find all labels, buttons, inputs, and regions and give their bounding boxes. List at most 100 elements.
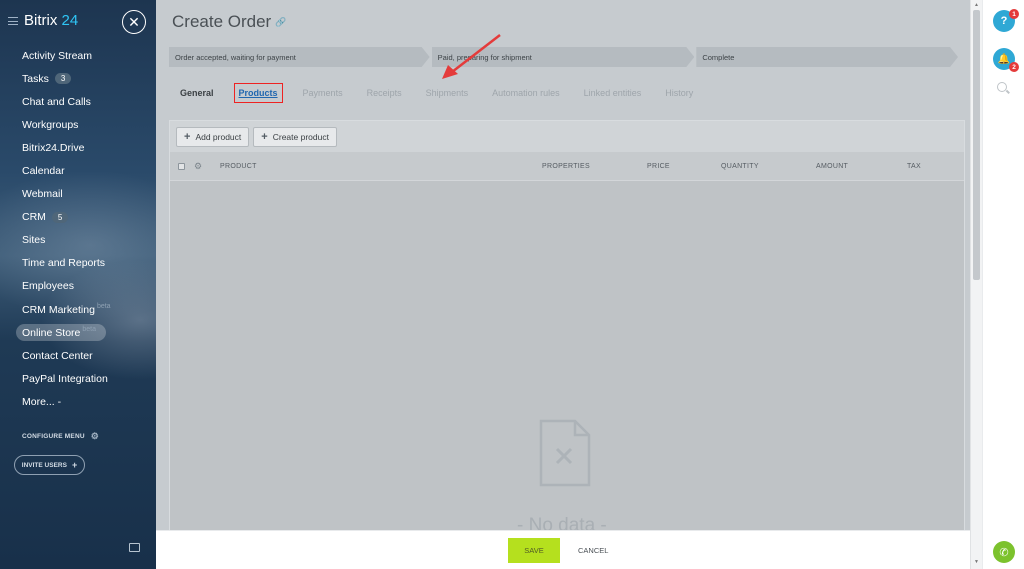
column-tax[interactable]: TAX bbox=[907, 163, 921, 170]
select-all-checkbox[interactable] bbox=[178, 162, 185, 170]
page-title: Create Order 🔗 bbox=[172, 12, 286, 32]
sidebar-item-label: Time and Reports bbox=[22, 257, 106, 270]
sidebar-item-online-store[interactable]: Online Store beta bbox=[16, 324, 106, 342]
sidebar-item-label: Chat and Calls bbox=[22, 95, 91, 108]
logo[interactable]: Bitrix 24 bbox=[8, 12, 78, 29]
stage-label: Order accepted, waiting for payment bbox=[175, 52, 296, 62]
order-stages: Order accepted, waiting for payment Paid… bbox=[169, 47, 960, 67]
sidebar-item-paypal-integration[interactable]: PayPal Integration bbox=[0, 367, 156, 390]
brand-number: 24 bbox=[61, 12, 79, 29]
column-amount[interactable]: AMOUNT bbox=[816, 163, 848, 170]
sidebar-item-webmail[interactable]: Webmail bbox=[0, 183, 156, 206]
gear-icon: ⚙ bbox=[90, 431, 100, 441]
configure-menu-button[interactable]: CONFIGURE MENU ⚙ bbox=[22, 431, 99, 442]
sidebar-item-label: CRM Marketing bbox=[22, 303, 95, 316]
sidebar-item-tasks[interactable]: Tasks 3 bbox=[0, 67, 156, 90]
column-product[interactable]: PRODUCT bbox=[220, 163, 257, 170]
phone-icon[interactable]: ✆ bbox=[993, 541, 1015, 563]
sidebar-item-crm-marketing[interactable]: CRM Marketing beta bbox=[0, 298, 156, 321]
column-price[interactable]: PRICE bbox=[647, 163, 670, 170]
add-product-label: Add product bbox=[195, 131, 242, 142]
sidebar-item-crm[interactable]: CRM 5 bbox=[0, 206, 156, 229]
products-table-header: ⚙ PRODUCT PROPERTIES PRICE QUANTITY AMOU… bbox=[170, 152, 964, 181]
tab-payments[interactable]: Payments bbox=[291, 86, 355, 100]
sidebar-item-workgroups[interactable]: Workgroups bbox=[0, 113, 156, 136]
link-icon[interactable]: 🔗 bbox=[275, 17, 286, 28]
tab-automation-rules[interactable]: Automation rules bbox=[480, 86, 572, 100]
brand-name: Bitrix 24 bbox=[24, 12, 78, 29]
sidebar-item-chat-and-calls[interactable]: Chat and Calls bbox=[0, 90, 156, 113]
sidebar-item-label: Contact Center bbox=[22, 349, 93, 362]
help-badge: 1 bbox=[1009, 9, 1019, 19]
tab-receipts[interactable]: Receipts bbox=[355, 86, 414, 100]
save-button[interactable]: SAVE bbox=[508, 538, 560, 563]
products-panel: + Add product + Create product ⚙ PRODUCT… bbox=[169, 120, 965, 569]
sidebar-item-more[interactable]: More... - bbox=[0, 390, 156, 413]
notification-badge: 2 bbox=[1009, 62, 1019, 72]
sidebar-item-activity-stream[interactable]: Activity Stream bbox=[0, 44, 156, 67]
page-scrollbar[interactable]: ▲ ▼ bbox=[970, 0, 982, 569]
stage-complete[interactable]: Complete bbox=[696, 47, 958, 67]
sidebar-item-drive[interactable]: Bitrix24.Drive bbox=[0, 136, 156, 159]
beta-tag: beta bbox=[82, 326, 96, 334]
sidebar-nav: Activity Stream Tasks 3 Chat and Calls Wo… bbox=[0, 44, 156, 413]
scroll-up-icon[interactable]: ▲ bbox=[974, 2, 979, 8]
stage-order-accepted[interactable]: Order accepted, waiting for payment bbox=[169, 47, 430, 67]
sidebar-item-calendar[interactable]: Calendar bbox=[0, 159, 156, 182]
create-product-label: Create product bbox=[272, 131, 329, 142]
sidebar-item-time-and-reports[interactable]: Time and Reports bbox=[0, 252, 156, 275]
sidebar-item-sites[interactable]: Sites bbox=[0, 229, 156, 252]
sidebar-item-label: Tasks bbox=[22, 72, 49, 85]
tab-shipments[interactable]: Shipments bbox=[414, 86, 481, 100]
scroll-thumb[interactable] bbox=[973, 10, 980, 280]
scroll-down-icon[interactable]: ▼ bbox=[974, 559, 979, 565]
empty-document-icon bbox=[539, 419, 591, 487]
products-toolbar: + Add product + Create product bbox=[170, 121, 964, 152]
crm-count-badge: 5 bbox=[51, 211, 69, 223]
stage-label: Complete bbox=[702, 52, 735, 62]
brand-text: Bitrix bbox=[24, 12, 58, 29]
plus-icon: + bbox=[261, 130, 268, 143]
sidebar-item-employees[interactable]: Employees bbox=[0, 275, 156, 298]
printer-icon[interactable] bbox=[129, 543, 140, 552]
annotation-arrow bbox=[442, 34, 501, 79]
sidebar-item-contact-center[interactable]: Contact Center bbox=[0, 344, 156, 367]
sidebar-item-label: PayPal Integration bbox=[22, 372, 108, 385]
sidebar-item-label: Calendar bbox=[22, 165, 65, 178]
column-quantity[interactable]: QUANTITY bbox=[721, 163, 759, 170]
sidebar-item-label: Workgroups bbox=[22, 118, 79, 131]
order-tabs: General Products Payments Receipts Shipm… bbox=[180, 83, 705, 103]
right-toolbar: ? 1 🔔 2 ✆ bbox=[982, 0, 1024, 569]
configure-menu-label: CONFIGURE MENU bbox=[22, 433, 85, 440]
sidebar-item-label: Activity Stream bbox=[22, 49, 93, 62]
add-product-button[interactable]: + Add product bbox=[176, 126, 250, 147]
left-sidebar: Bitrix 24 ✕ Activity Stream Tasks 3 Chat … bbox=[0, 0, 156, 569]
menu-icon[interactable] bbox=[8, 16, 18, 25]
sidebar-item-label: CRM bbox=[22, 211, 46, 224]
main-content: Create Order 🔗 Order accepted, waiting f… bbox=[156, 0, 970, 569]
sidebar-item-label: Employees bbox=[22, 280, 74, 293]
page-title-text: Create Order bbox=[172, 12, 272, 31]
cancel-button[interactable]: CANCEL bbox=[576, 538, 610, 563]
create-product-button[interactable]: + Create product bbox=[253, 126, 337, 147]
invite-users-button[interactable]: INVITE USERS + bbox=[14, 455, 85, 475]
tab-linked-entities[interactable]: Linked entities bbox=[572, 86, 654, 100]
plus-icon: + bbox=[71, 460, 78, 470]
sidebar-item-label: Webmail bbox=[22, 188, 63, 201]
plus-icon: + bbox=[184, 130, 191, 143]
sidebar-item-label: Sites bbox=[22, 234, 46, 247]
tab-general[interactable]: General bbox=[180, 86, 226, 100]
column-properties[interactable]: PROPERTIES bbox=[542, 163, 590, 170]
search-icon[interactable] bbox=[997, 82, 1007, 92]
sidebar-item-label: Online Store bbox=[22, 326, 81, 339]
tasks-count-badge: 3 bbox=[54, 73, 72, 85]
form-footer: SAVE CANCEL bbox=[156, 530, 970, 569]
beta-tag: beta bbox=[96, 303, 111, 311]
tab-products[interactable]: Products bbox=[233, 83, 283, 103]
tab-history[interactable]: History bbox=[653, 86, 705, 100]
gear-icon[interactable]: ⚙ bbox=[194, 161, 202, 172]
sidebar-item-label: Bitrix24.Drive bbox=[22, 141, 85, 154]
invite-users-label: INVITE USERS bbox=[21, 461, 67, 469]
sidebar-item-label: More... - bbox=[22, 395, 62, 408]
close-icon[interactable]: ✕ bbox=[122, 10, 146, 34]
